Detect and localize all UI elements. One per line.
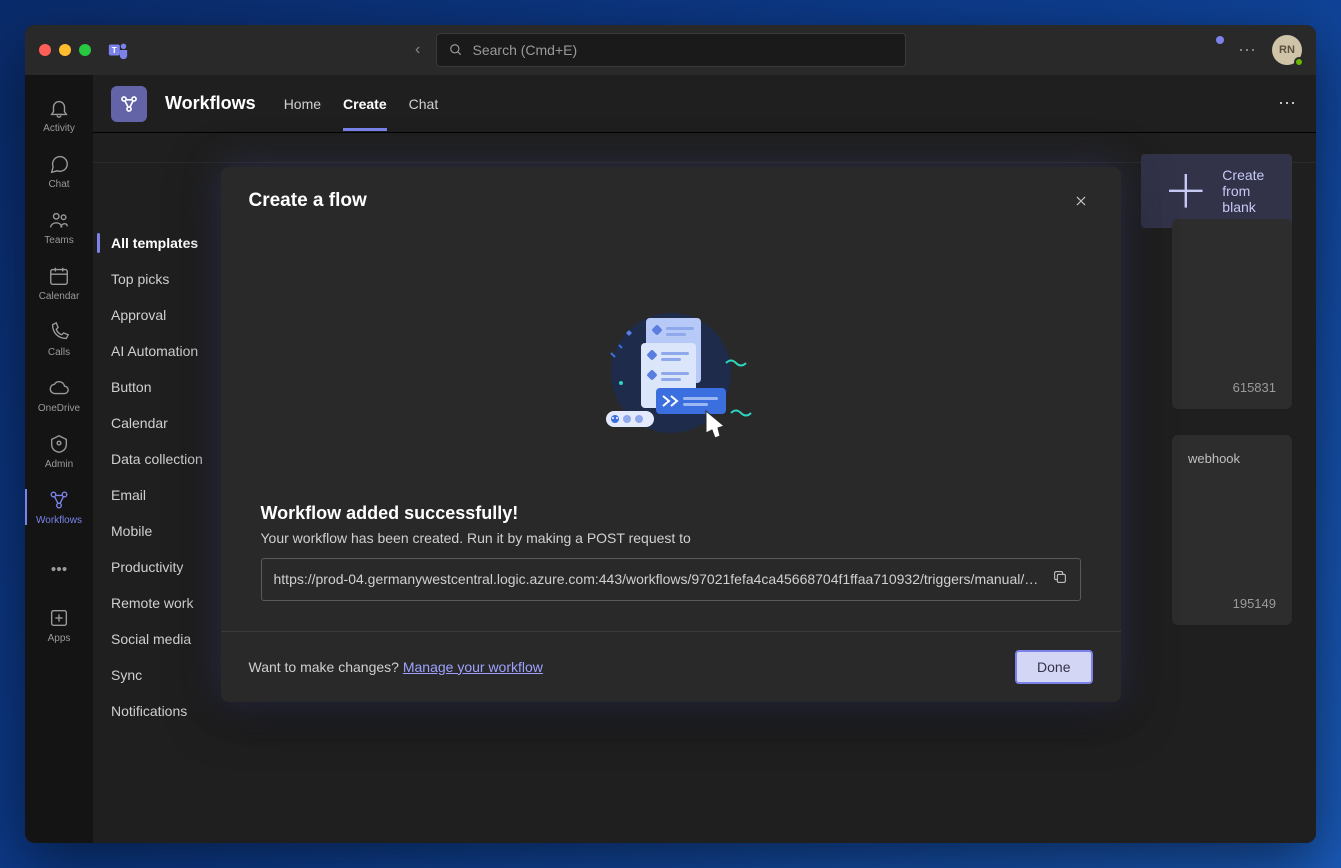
rail-label: Activity	[43, 123, 75, 134]
svg-text:T: T	[112, 46, 117, 55]
window-close[interactable]	[39, 44, 51, 56]
create-flow-modal: Create a flow	[221, 167, 1121, 702]
admin-icon	[47, 432, 71, 456]
webhook-url-box: https://prod-04.germanywestcentral.logic…	[261, 558, 1081, 601]
rail-calendar[interactable]: Calendar	[25, 255, 93, 311]
calendar-icon	[47, 264, 71, 288]
template-card[interactable]: webhook 195149	[1172, 435, 1292, 625]
global-search[interactable]: Search (Cmd+E)	[436, 33, 906, 67]
app-window: T ‹ › Search (Cmd+E) ⋯ RN Activity Chat Te…	[25, 25, 1316, 843]
rail-bell[interactable]: Activity	[25, 87, 93, 143]
rail-apps[interactable]: Apps	[25, 597, 93, 653]
bell-icon	[47, 96, 71, 120]
success-heading: Workflow added successfully!	[261, 503, 1081, 524]
app-more-button[interactable]: ⋯	[1278, 93, 1298, 114]
close-icon	[1074, 194, 1088, 208]
presence-indicator	[1294, 57, 1304, 67]
done-button[interactable]: Done	[1015, 650, 1092, 684]
rail-more[interactable]	[25, 541, 93, 597]
rail-label: Calendar	[39, 291, 80, 302]
teams-logo-icon: T	[107, 39, 129, 61]
window-minimize[interactable]	[59, 44, 71, 56]
rail-label: Teams	[44, 235, 73, 246]
template-usage-count: 195149	[1233, 596, 1276, 611]
window-controls	[39, 44, 91, 56]
avatar-initials: RN	[1279, 44, 1295, 56]
workflows-app-icon	[111, 86, 147, 122]
search-placeholder-text: Search (Cmd+E)	[473, 42, 578, 58]
cloud-icon	[47, 376, 71, 400]
chat-icon	[47, 152, 71, 176]
rail-people[interactable]: Teams	[25, 199, 93, 255]
sub-bar	[93, 133, 1316, 163]
rail-phone[interactable]: Calls	[25, 311, 93, 367]
app-rail: Activity Chat Teams Calendar Calls OneDrive Ad…	[25, 75, 93, 843]
copy-icon	[1052, 569, 1068, 585]
rail-label: Chat	[48, 179, 69, 190]
app-title: Workflows	[165, 93, 256, 114]
rail-label: OneDrive	[38, 403, 80, 414]
rail-label: Workflows	[36, 515, 82, 526]
plus-icon	[1157, 162, 1215, 220]
rail-workflows[interactable]: Workflows	[25, 479, 93, 535]
footer-text: Want to make changes? Manage your workfl…	[249, 659, 543, 675]
titlebar: T ‹ › Search (Cmd+E) ⋯ RN	[25, 25, 1316, 75]
tab-home[interactable]: Home	[284, 78, 321, 130]
app-header: Workflows Home Create Chat ⋯	[93, 75, 1316, 133]
create-blank-label: Create from blank	[1222, 167, 1276, 215]
apps-icon	[47, 606, 71, 630]
back-button[interactable]: ‹	[415, 41, 420, 59]
tab-create[interactable]: Create	[343, 78, 387, 130]
manage-workflow-link[interactable]: Manage your workflow	[403, 659, 543, 675]
app-tabs: Home Create Chat	[284, 78, 439, 130]
copy-url-button[interactable]	[1052, 569, 1068, 590]
success-description: Your workflow has been created. Run it b…	[261, 530, 1081, 546]
notification-indicator	[1216, 36, 1224, 44]
phone-icon	[47, 320, 71, 344]
titlebar-more-button[interactable]: ⋯	[1238, 40, 1258, 61]
template-title: webhook	[1188, 451, 1276, 466]
success-illustration	[261, 243, 1081, 503]
webhook-url[interactable]: https://prod-04.germanywestcentral.logic…	[274, 571, 1042, 587]
search-icon	[449, 43, 463, 57]
create-from-blank-button[interactable]: Create from blank	[1141, 154, 1292, 228]
rail-admin[interactable]: Admin	[25, 423, 93, 479]
modal-close-button[interactable]	[1069, 189, 1093, 213]
rail-label: Calls	[48, 347, 70, 358]
modal-title: Create a flow	[249, 190, 367, 212]
template-usage-count: 615831	[1233, 380, 1276, 395]
rail-chat[interactable]: Chat	[25, 143, 93, 199]
rail-label: Admin	[45, 459, 73, 470]
user-avatar[interactable]: RN	[1272, 35, 1302, 65]
more-icon	[47, 557, 71, 581]
window-maximize[interactable]	[79, 44, 91, 56]
tab-chat[interactable]: Chat	[409, 78, 439, 130]
rail-cloud[interactable]: OneDrive	[25, 367, 93, 423]
rail-label: Apps	[48, 633, 71, 644]
workflows-icon	[47, 488, 71, 512]
people-icon	[47, 208, 71, 232]
template-card[interactable]: 615831	[1172, 219, 1292, 409]
